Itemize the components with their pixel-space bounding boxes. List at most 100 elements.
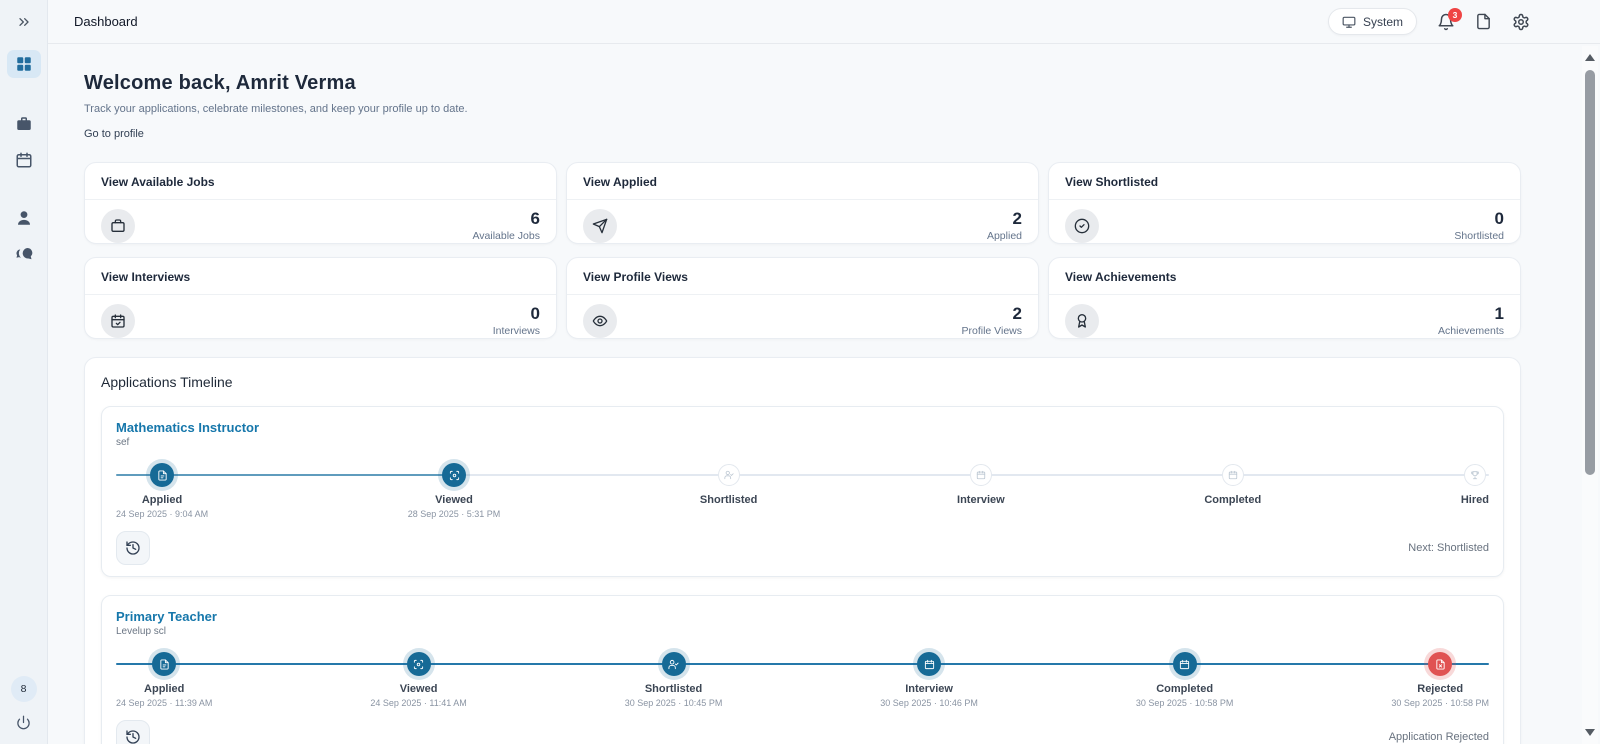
timeline-panel: Applications Timeline Mathematics Instru…: [84, 357, 1521, 744]
history-icon: [125, 540, 141, 556]
step-label: Viewed: [399, 683, 438, 695]
scrollbar-thumb[interactable]: [1585, 70, 1595, 475]
step-label: Applied: [144, 683, 185, 695]
logout-button[interactable]: [16, 715, 31, 730]
welcome-subtitle: Track your applications, celebrate miles…: [84, 103, 468, 115]
stat-card-header: View Shortlisted: [1049, 163, 1520, 200]
user-solid-icon: [15, 209, 33, 227]
stat-icon-circle: [101, 209, 135, 243]
stat-card-body: 0 Shortlisted: [1049, 200, 1520, 243]
file-text-icon: [157, 469, 168, 481]
timeline-steps: Applied 24 Sep 2025 · 9:04 AM Viewed 28 …: [116, 463, 1489, 519]
sidebar: 8: [0, 0, 48, 744]
briefcase-icon: [110, 218, 126, 234]
scan-eye-icon: [449, 470, 460, 481]
scroll-down-icon[interactable]: [1585, 729, 1595, 736]
monitor-icon: [1342, 15, 1356, 29]
stat-value-block: 6 Available Jobs: [472, 209, 540, 241]
job-title-link[interactable]: Mathematics Instructor: [116, 420, 1489, 435]
stat-value-block: 2 Profile Views: [961, 304, 1023, 337]
step-date: 30 Sep 2025 · 10:58 PM: [1391, 698, 1489, 708]
stat-card-title: View Available Jobs: [101, 175, 215, 189]
calendar-check-icon: [110, 313, 126, 329]
sidebar-expand-button[interactable]: [14, 12, 34, 32]
calendar-icon: [976, 470, 986, 480]
stat-card-header: View Applied: [567, 163, 1038, 200]
step-node-pending: [969, 464, 992, 486]
header: Dashboard System 3: [48, 0, 1600, 44]
history-button[interactable]: [116, 720, 150, 744]
stat-card-title: View Achievements: [1065, 270, 1177, 284]
stat-label: Achievements: [1438, 324, 1504, 337]
stat-card[interactable]: View Applied 2 Applied: [566, 162, 1039, 244]
sidebar-item-calendar[interactable]: [7, 146, 41, 174]
header-actions: System 3: [1327, 7, 1530, 35]
step-node-done: [442, 463, 466, 487]
stat-card[interactable]: View Shortlisted 0 Shortlisted: [1048, 162, 1521, 244]
content: Welcome back, Amrit Verma Track your app…: [48, 44, 1600, 744]
sidebar-item-messages[interactable]: [7, 240, 41, 268]
step-date: 30 Sep 2025 · 10:45 PM: [624, 698, 723, 708]
send-icon: [592, 218, 608, 234]
stat-card-body: 1 Achievements: [1049, 295, 1520, 338]
step-label: Rejected: [1417, 683, 1464, 695]
scroll-up-icon[interactable]: [1585, 54, 1595, 61]
step-label: Shortlisted: [644, 683, 703, 695]
stat-value-block: 2 Applied: [987, 209, 1022, 241]
stat-card[interactable]: View Achievements 1 Achievements: [1048, 257, 1521, 339]
step-date: 24 Sep 2025 · 11:39 AM: [116, 698, 213, 708]
scrollbar[interactable]: [1582, 46, 1598, 744]
stat-card-title: View Interviews: [101, 270, 191, 284]
history-button[interactable]: [116, 531, 150, 565]
stat-icon-circle: [1065, 209, 1099, 243]
stat-card-body: 2 Profile Views: [567, 295, 1038, 338]
calendar-icon: [924, 659, 935, 670]
sidebar-item-jobs[interactable]: [7, 110, 41, 138]
step-label: Applied: [141, 494, 183, 506]
step-node-done: [150, 463, 175, 487]
step-node-pending: [1221, 464, 1244, 486]
step-node-done: [917, 652, 942, 676]
main-area: Dashboard System 3 Welcome back, Amrit V…: [48, 0, 1600, 744]
stat-card-title: View Shortlisted: [1065, 175, 1159, 189]
timeline-step-rejected: Rejected 30 Sep 2025 · 10:58 PM: [1391, 652, 1489, 708]
welcome-title: Welcome back, Amrit Verma: [84, 72, 356, 94]
stat-card-header: View Achievements: [1049, 258, 1520, 295]
timeline-step-applied: Applied 24 Sep 2025 · 9:04 AM: [116, 463, 208, 519]
go-to-profile-link[interactable]: Go to profile: [84, 128, 144, 140]
documents-button[interactable]: [1475, 13, 1492, 30]
stat-value: 2: [1012, 209, 1022, 229]
sidebar-bottom: 8: [10, 676, 37, 730]
notifications-button[interactable]: 3: [1437, 7, 1462, 31]
settings-button[interactable]: [1512, 13, 1530, 31]
theme-toggle-button[interactable]: System: [1327, 8, 1417, 35]
job-title-link[interactable]: Primary Teacher: [116, 609, 1489, 624]
step-date: 24 Sep 2025 · 9:04 AM: [116, 509, 209, 519]
step-label: Hired: [1460, 494, 1489, 506]
sidebar-item-profile[interactable]: [7, 204, 41, 232]
timeline-step-shortlisted: Shortlisted: [700, 463, 757, 519]
timeline-panel-title: Applications Timeline: [101, 374, 233, 390]
application-card-footer: Next: Shortlisted: [116, 531, 1489, 565]
stat-card[interactable]: View Available Jobs 6 Available Jobs: [84, 162, 557, 244]
scan-eye-icon: [413, 659, 424, 670]
application-timeline-card: Mathematics Instructor sef Applied 24 Se…: [101, 406, 1504, 577]
stat-icon-circle: [1065, 304, 1099, 338]
stat-value-block: 0 Shortlisted: [1454, 209, 1504, 241]
sidebar-item-dashboard[interactable]: [6, 50, 41, 78]
power-icon: [16, 715, 31, 730]
stat-card[interactable]: View Profile Views 2 Profile Views: [566, 257, 1039, 339]
award-icon: [1074, 313, 1090, 329]
stat-label: Profile Views: [961, 324, 1023, 337]
stat-card[interactable]: View Interviews 0 Interviews: [84, 257, 557, 339]
calendar-icon: [1228, 470, 1238, 480]
avatar[interactable]: 8: [10, 676, 37, 702]
timeline-step-applied: Applied 24 Sep 2025 · 11:39 AM: [116, 652, 212, 708]
stat-card-body: 0 Interviews: [85, 295, 556, 338]
timeline-step-interview: Interview: [957, 463, 1005, 519]
eye-icon: [592, 313, 608, 329]
grid-icon: [15, 55, 33, 73]
step-label: Completed: [1204, 494, 1262, 506]
trophy-icon: [1470, 470, 1480, 480]
job-company: Levelup scl: [116, 626, 167, 637]
